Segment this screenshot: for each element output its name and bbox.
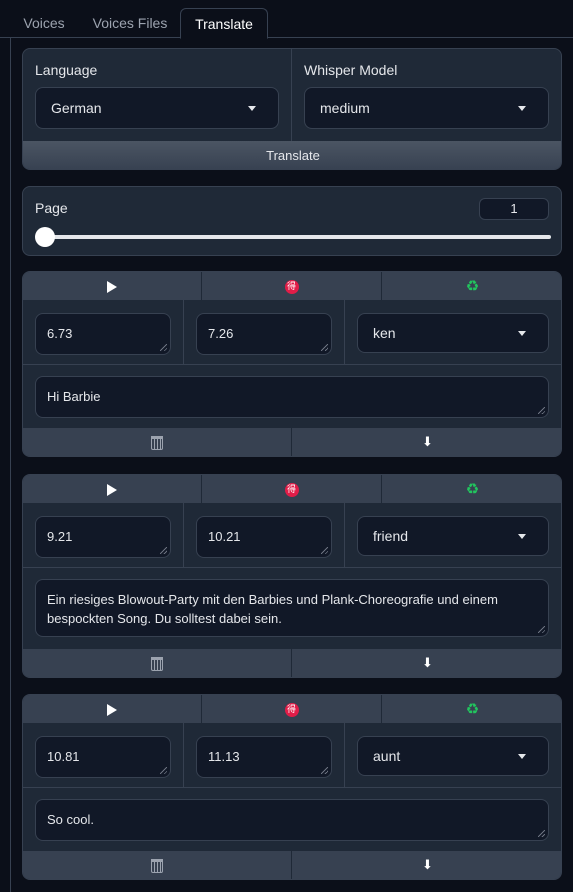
resize-handle[interactable] — [160, 767, 167, 774]
download-button[interactable]: ⬇ — [292, 428, 561, 456]
trash-icon — [151, 656, 163, 671]
speaker-value: friend — [373, 528, 409, 544]
tab-voices-files[interactable]: Voices Files — [84, 8, 176, 39]
whisper-model-value: medium — [320, 100, 370, 116]
divider — [183, 723, 184, 787]
chevron-down-icon — [518, 754, 526, 759]
page-slider-card: Page 1 — [22, 186, 562, 256]
translate-badge-icon: 得 — [284, 279, 299, 294]
regenerate-button[interactable]: ♻ — [382, 272, 561, 300]
whisper-model-label: Whisper Model — [304, 62, 398, 78]
translate-settings-card: Language German Whisper Model medium Tra… — [22, 48, 562, 170]
speaker-value: aunt — [373, 748, 401, 764]
recycle-icon: ♻ — [465, 700, 480, 718]
page-number-input[interactable]: 1 — [479, 198, 549, 220]
page-slider-track[interactable] — [43, 235, 551, 239]
delete-button[interactable] — [23, 851, 291, 879]
resize-handle[interactable] — [538, 407, 545, 414]
recycle-icon: ♻ — [465, 480, 480, 498]
chevron-down-icon — [518, 534, 526, 539]
tab-voices[interactable]: Voices — [10, 8, 78, 39]
trash-icon — [151, 858, 163, 873]
divider — [291, 49, 292, 141]
download-icon: ⬇ — [422, 656, 433, 671]
translate-segment-button[interactable]: 得 — [202, 272, 381, 300]
resize-handle[interactable] — [321, 767, 328, 774]
segment-card: 得 ♻ 6.73 7.26 ken Hi Barbie ⬇ — [22, 271, 562, 457]
tab-translate[interactable]: Translate — [180, 8, 268, 39]
language-label: Language — [35, 62, 98, 78]
segment-text-field[interactable]: Ein riesiges Blowout-Party mit den Barbi… — [35, 579, 549, 637]
download-icon: ⬇ — [422, 858, 433, 873]
segment-card: 得 ♻ 9.21 10.21 friend Ein riesiges Blowo… — [22, 474, 562, 678]
regenerate-button[interactable]: ♻ — [382, 695, 561, 723]
end-time-field[interactable]: 11.13 — [196, 736, 332, 778]
download-button[interactable]: ⬇ — [292, 649, 561, 677]
speaker-dropdown[interactable]: aunt — [357, 736, 549, 776]
chevron-down-icon — [518, 331, 526, 336]
translate-button[interactable]: Translate — [23, 141, 561, 169]
translate-segment-button[interactable]: 得 — [202, 475, 381, 503]
resize-handle[interactable] — [160, 547, 167, 554]
play-icon — [107, 703, 117, 716]
delete-button[interactable] — [23, 428, 291, 456]
chevron-down-icon — [248, 106, 256, 111]
divider — [183, 300, 184, 364]
resize-handle[interactable] — [538, 830, 545, 837]
resize-handle[interactable] — [538, 626, 545, 633]
divider — [344, 503, 345, 567]
divider — [183, 503, 184, 567]
resize-handle[interactable] — [160, 344, 167, 351]
translate-badge-icon: 得 — [284, 702, 299, 717]
play-icon — [107, 483, 117, 496]
recycle-icon: ♻ — [465, 277, 480, 295]
divider — [23, 787, 561, 788]
chevron-down-icon — [518, 106, 526, 111]
end-time-field[interactable]: 7.26 — [196, 313, 332, 355]
divider — [344, 300, 345, 364]
divider — [344, 723, 345, 787]
start-time-field[interactable]: 9.21 — [35, 516, 171, 558]
trash-icon — [151, 435, 163, 450]
segment-text-field[interactable]: So cool. — [35, 799, 549, 841]
divider — [23, 364, 561, 365]
start-time-field[interactable]: 10.81 — [35, 736, 171, 778]
start-time-field[interactable]: 6.73 — [35, 313, 171, 355]
play-button[interactable] — [23, 475, 201, 503]
resize-handle[interactable] — [321, 547, 328, 554]
segment-text-field[interactable]: Hi Barbie — [35, 376, 549, 418]
page-slider-handle[interactable] — [35, 227, 55, 247]
speaker-dropdown[interactable]: ken — [357, 313, 549, 353]
page-label: Page — [35, 200, 68, 216]
tab-bar: Voices Voices Files Translate — [0, 0, 573, 39]
delete-button[interactable] — [23, 649, 291, 677]
regenerate-button[interactable]: ♻ — [382, 475, 561, 503]
end-time-field[interactable]: 10.21 — [196, 516, 332, 558]
play-button[interactable] — [23, 272, 201, 300]
speaker-dropdown[interactable]: friend — [357, 516, 549, 556]
segment-card: 得 ♻ 10.81 11.13 aunt So cool. ⬇ — [22, 694, 562, 880]
translate-segment-button[interactable]: 得 — [202, 695, 381, 723]
speaker-value: ken — [373, 325, 396, 341]
resize-handle[interactable] — [321, 344, 328, 351]
translate-badge-icon: 得 — [284, 482, 299, 497]
whisper-model-dropdown[interactable]: medium — [304, 87, 549, 129]
download-button[interactable]: ⬇ — [292, 851, 561, 879]
language-dropdown[interactable]: German — [35, 87, 279, 129]
download-icon: ⬇ — [422, 435, 433, 450]
language-value: German — [51, 100, 102, 116]
play-icon — [107, 280, 117, 293]
play-button[interactable] — [23, 695, 201, 723]
divider — [23, 567, 561, 568]
